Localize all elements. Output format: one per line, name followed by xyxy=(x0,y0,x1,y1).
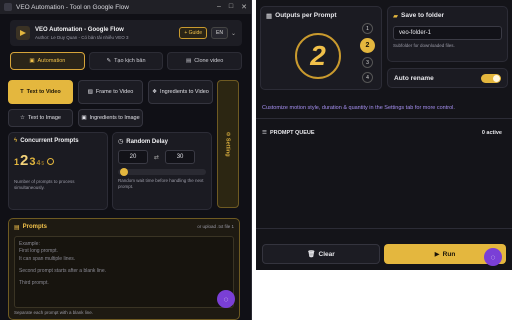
outputs-options: 1 2 3 4 xyxy=(360,23,375,83)
frame-icon: ▨ xyxy=(87,89,93,95)
grid-icon: ▦ xyxy=(266,13,273,20)
tab-clone-video[interactable]: ▤ Clone video xyxy=(167,52,243,70)
chat-button[interactable]: ◌ xyxy=(484,248,502,266)
document-icon: ▤ xyxy=(14,225,20,231)
tab-script[interactable]: ✎ Tạo kịch bản xyxy=(88,52,164,70)
play-icon: ▶ xyxy=(434,251,440,258)
settings-tab[interactable]: ⚙ Setting xyxy=(217,80,239,208)
concurrency-desc: Number of prompts to process simultaneou… xyxy=(14,179,75,191)
mode-ingredients-to-video[interactable]: ❖ Ingredients to Video xyxy=(148,80,213,104)
divider xyxy=(256,228,512,229)
folder-desc: Subfolder for downloaded files. xyxy=(393,43,455,48)
extension-window: VEO Automation - Tool on Google Flow – □… xyxy=(0,0,252,320)
random-delay-card: ◷ Random Delay 20 ⇄ 30 Random wait time b… xyxy=(112,132,212,210)
maximize-icon[interactable]: □ xyxy=(229,3,233,11)
script-icon: ✎ xyxy=(106,58,112,64)
bolt-icon: ϟ xyxy=(14,138,18,144)
prompts-textarea[interactable]: Example: First long prompt. It can span … xyxy=(14,236,234,308)
chat-button[interactable]: ◌ xyxy=(217,290,235,308)
concurrency-picker: 1 2 3 4 5 xyxy=(14,152,102,169)
language-select[interactable]: EN xyxy=(211,27,228,39)
target-icon xyxy=(47,158,55,165)
app-subtitle: Author: Le Duy Quan - Có bản tải nhiều V… xyxy=(35,34,129,40)
close-icon[interactable]: ✕ xyxy=(241,3,247,11)
queue-count: 0 active xyxy=(481,130,502,136)
delay-max-input[interactable]: 30 xyxy=(165,150,196,164)
outputs-count-display: 2 xyxy=(295,33,341,79)
folder-icon: ▰ xyxy=(393,13,398,20)
delay-min-input[interactable]: 20 xyxy=(118,150,148,164)
star-icon: ☆ xyxy=(20,115,25,121)
app-logo xyxy=(4,3,12,11)
outputs-card: ▦ Outputs per Prompt 2 1 2 3 4 xyxy=(260,6,382,90)
clear-button[interactable]: 🗑 Clear xyxy=(262,244,380,264)
mode-frame-to-video[interactable]: ▨ Frame to Video xyxy=(78,80,143,104)
prompts-footer: Separate each prompt with a blank line. xyxy=(14,310,94,315)
auto-rename-row: Auto rename xyxy=(387,68,508,88)
brand-icon xyxy=(16,26,30,40)
right-panel: ▦ Outputs per Prompt 2 1 2 3 4 ▰ Save to f… xyxy=(256,0,512,270)
concurrency-2[interactable]: 2 xyxy=(20,152,28,169)
concurrency-4[interactable]: 4 xyxy=(36,160,40,167)
concurrency-5[interactable]: 5 xyxy=(41,161,44,167)
language-label: EN xyxy=(216,30,223,36)
auto-rename-toggle[interactable] xyxy=(481,73,501,83)
concurrency-1[interactable]: 1 xyxy=(14,157,19,167)
image-icon: ▣ xyxy=(81,115,87,121)
swap-icon: ⇄ xyxy=(154,154,160,161)
delay-slider[interactable] xyxy=(118,168,206,176)
window-controls: – □ ✕ xyxy=(217,3,247,11)
mode-text-to-image[interactable]: ☆ Text to Image xyxy=(8,109,73,127)
text-icon: T xyxy=(20,89,24,95)
divider xyxy=(256,118,512,119)
ingredients-icon: ❖ xyxy=(152,89,158,95)
prompts-panel: ▤ Prompts or upload .txt file 1 Example: … xyxy=(8,218,240,320)
window-titlebar: VEO Automation - Tool on Google Flow – □… xyxy=(0,0,251,14)
chevron-down-icon[interactable]: ⌄ xyxy=(231,30,236,37)
window-title: VEO Automation - Tool on Google Flow xyxy=(16,3,129,11)
guide-button[interactable]: + Guide xyxy=(179,27,208,39)
output-option-4[interactable]: 4 xyxy=(362,72,373,83)
folder-input[interactable]: veo-folder-1 xyxy=(393,26,502,40)
clock-icon: ◷ xyxy=(118,139,124,145)
app-title: VEO Automation - Google Flow xyxy=(35,26,124,33)
list-icon: ☰ xyxy=(262,130,267,136)
output-option-1[interactable]: 1 xyxy=(362,23,373,34)
settings-tip: Customize motion style, duration & quant… xyxy=(262,105,455,111)
queue-title: ☰ PROMPT QUEUE xyxy=(262,130,315,136)
concurrent-prompts-card: ϟ Concurrent Prompts 1 2 3 4 5 Number of … xyxy=(8,132,108,210)
clone-icon: ▤ xyxy=(186,58,192,64)
mode-text-to-video[interactable]: T Text to Video xyxy=(8,80,73,104)
chat-icon: ◌ xyxy=(490,252,496,262)
minimize-icon[interactable]: – xyxy=(217,3,221,11)
output-option-3[interactable]: 3 xyxy=(362,57,373,68)
robot-icon: ▣ xyxy=(29,58,35,64)
output-option-2[interactable]: 2 xyxy=(360,38,375,53)
chat-icon: ◌ xyxy=(223,294,229,304)
auto-rename-label: Auto rename xyxy=(394,74,434,82)
tab-automation[interactable]: ▣ Automation xyxy=(10,52,85,70)
mode-selector: T Text to Video ▨ Frame to Video ❖ Ingredie… xyxy=(8,80,213,128)
save-folder-card: ▰ Save to folder veo-folder-1 Subfolder f… xyxy=(387,6,508,62)
trash-icon: 🗑 xyxy=(307,251,316,258)
app-header: VEO Automation - Google Flow Author: Le … xyxy=(10,20,242,46)
slider-handle[interactable] xyxy=(120,168,128,176)
concurrency-3[interactable]: 3 xyxy=(29,156,35,168)
delay-desc: Random wait time before handling the nex… xyxy=(118,178,204,190)
main-tabs: ▣ Automation ✎ Tạo kịch bản ▤ Clone video xyxy=(10,52,243,70)
mode-ingredients-to-image[interactable]: ▣ Ingredients to Image xyxy=(78,109,143,127)
upload-hint[interactable]: or upload .txt file 1 xyxy=(197,224,234,230)
